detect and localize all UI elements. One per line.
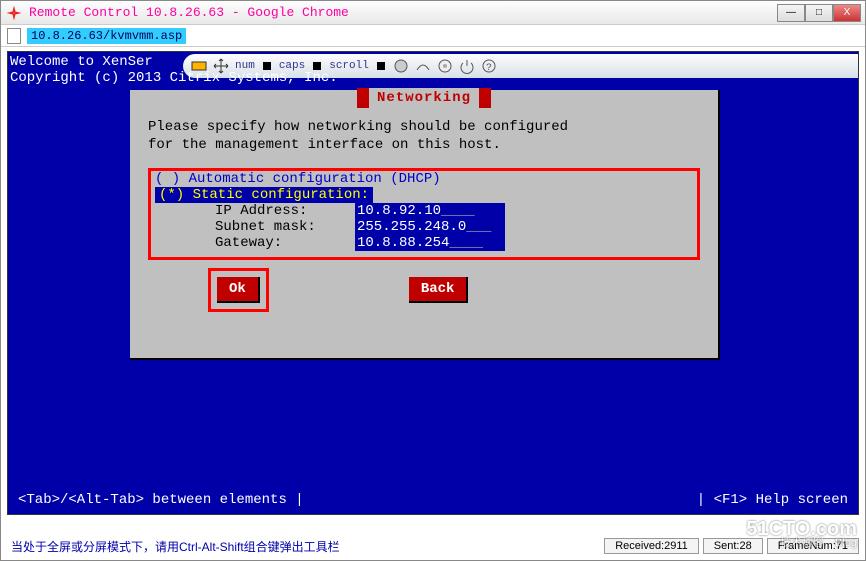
window-title: Remote Control 10.8.26.63 - Google Chrom… — [29, 5, 777, 20]
scroll-indicator — [377, 62, 385, 70]
footer-right: | <F1> Help screen — [697, 492, 848, 508]
kvm-console: num caps scroll ? Welcome to XenSer Copy… — [7, 51, 859, 515]
status-received: Received:2911 — [604, 538, 699, 554]
status-hint: 当处于全屏或分屏模式下，请用Ctrl-Alt-Shift组合键弹出工具栏 — [7, 538, 600, 555]
mask-label: Subnet mask: — [215, 219, 355, 235]
svg-text:?: ? — [486, 63, 492, 74]
ip-input[interactable]: 10.8.92.10____ — [355, 203, 505, 219]
minimize-button[interactable]: — — [777, 4, 805, 22]
networking-dialog: Networking Please specify how networking… — [130, 90, 720, 360]
msg-line2: for the management interface on this hos… — [148, 136, 700, 154]
dialog-title: Networking — [357, 88, 491, 108]
msg-line1: Please specify how networking should be … — [148, 118, 700, 136]
gw-input[interactable]: 10.8.88.254____ — [355, 235, 505, 251]
address-bar: 10.8.26.63/kvmvmm.asp — [1, 25, 865, 47]
status-framenum: FrameNum:71 — [767, 538, 859, 554]
welcome-text: Welcome to XenSer Copyright (c) 2013 Cit… — [10, 54, 338, 86]
maximize-button[interactable]: □ — [805, 4, 833, 22]
option-dhcp[interactable]: ( ) Automatic configuration (DHCP) — [155, 171, 693, 187]
help-icon[interactable]: ? — [481, 58, 497, 74]
console-footer: <Tab>/<Alt-Tab> between elements | | <F1… — [18, 492, 848, 508]
status-sent: Sent:28 — [703, 538, 763, 554]
power-icon[interactable] — [459, 58, 475, 74]
cd-icon[interactable] — [437, 58, 453, 74]
page-icon — [7, 28, 21, 44]
gw-label: Gateway: — [215, 235, 355, 251]
title-bar: Remote Control 10.8.26.63 - Google Chrom… — [1, 1, 865, 25]
close-button[interactable]: X — [833, 4, 861, 22]
footer-left: <Tab>/<Alt-Tab> between elements | — [18, 492, 304, 508]
ip-label: IP Address: — [215, 203, 355, 219]
mask-input[interactable]: 255.255.248.0___ — [355, 219, 505, 235]
net-icon[interactable] — [415, 58, 431, 74]
ok-highlight-box: Ok — [208, 268, 269, 312]
watermark-big: 51CTO.com — [746, 522, 857, 536]
url-text[interactable]: 10.8.26.63/kvmvmm.asp — [27, 28, 186, 44]
disk-icon[interactable] — [393, 58, 409, 74]
chrome-window: Remote Control 10.8.26.63 - Google Chrom… — [0, 0, 866, 561]
welcome-line1: Welcome to XenSer — [10, 54, 153, 70]
dialog-message: Please specify how networking should be … — [148, 118, 700, 154]
config-highlight-box: ( ) Automatic configuration (DHCP) (*) S… — [148, 168, 700, 260]
welcome-line2: Copyright (c) 2013 Citrix Systems, Inc. — [10, 70, 338, 86]
option-static[interactable]: (*) Static configuration: — [155, 187, 373, 203]
back-button[interactable]: Back — [409, 277, 469, 303]
ok-button[interactable]: Ok — [217, 277, 260, 303]
huawei-logo-icon — [5, 4, 23, 22]
status-bar: 当处于全屏或分屏模式下，请用Ctrl-Alt-Shift组合键弹出工具栏 Rec… — [7, 536, 859, 556]
